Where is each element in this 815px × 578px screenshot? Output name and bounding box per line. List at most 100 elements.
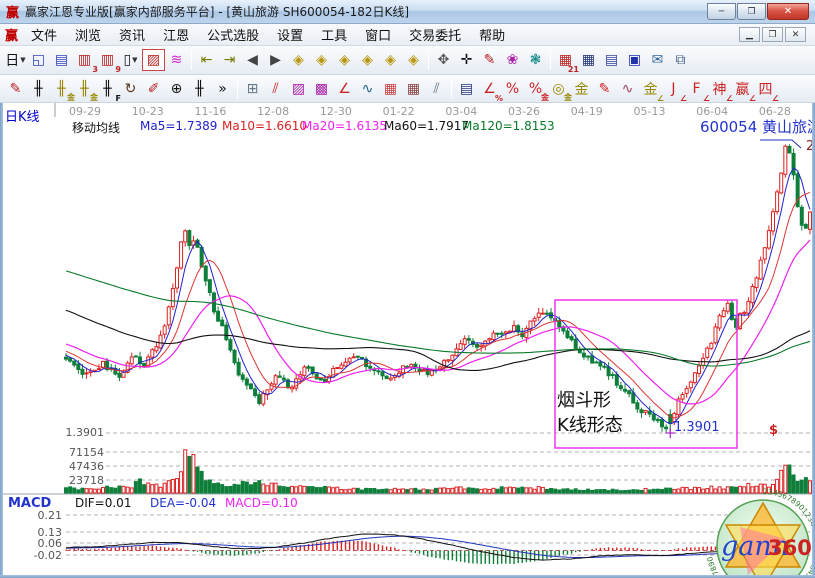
calendar-icon[interactable]: ▦21	[554, 49, 577, 71]
annotate-pen-icon[interactable]: ✎	[478, 49, 501, 71]
gann-diamond-1-icon[interactable]: ◈	[287, 49, 310, 71]
gann-fan-icon[interactable]: ⫽	[264, 78, 287, 100]
gold-line-icon[interactable]: 金	[570, 78, 593, 100]
angle-line-icon[interactable]: ∠	[333, 78, 356, 100]
gann360-logo: 2345678901234567890123456789012345678901…	[704, 487, 815, 578]
mail-icon[interactable]: ✉	[646, 49, 669, 71]
gann-box-icon[interactable]: ⊞	[241, 78, 264, 100]
si-angle-icon[interactable]: 四∠	[754, 78, 777, 100]
grid-dark-icon[interactable]: ▦	[402, 78, 425, 100]
date-tick: 11-16	[194, 105, 226, 118]
date-tick: 12-30	[320, 105, 352, 118]
chart-canvas[interactable]: 09-2910-2311-1612-0812-3001-2203-0403-26…	[0, 103, 815, 578]
ma60-value: Ma60=1.7917	[384, 119, 469, 133]
next-page-icon[interactable]: ▶	[264, 49, 287, 71]
first-page-icon[interactable]: ⇤	[195, 49, 218, 71]
menu-6[interactable]: 设置	[268, 24, 312, 45]
maximize-button[interactable]: ❐	[737, 3, 766, 20]
ma-title: 移动均线	[72, 119, 120, 136]
gann-gold-grid-icon[interactable]: ╫金	[50, 78, 73, 100]
price-low-axis-label: 1.3901	[60, 426, 104, 439]
ma10-value: Ma10=1.6610	[222, 119, 307, 133]
menu-7[interactable]: 工具	[312, 24, 356, 45]
notes-icon[interactable]: ▤	[600, 49, 623, 71]
ma120-value: Ma120=1.8153	[462, 119, 555, 133]
more-tools-chevron[interactable]: »	[211, 78, 234, 100]
kline-period-dropdown-icon[interactable]: 日▼	[4, 49, 27, 71]
annotation-line2: K线形态	[557, 413, 623, 438]
j-angle-icon[interactable]: J∠	[662, 78, 685, 100]
menu-items: 文件浏览资讯江恩公式选股设置工具窗口交易委托帮助	[22, 24, 514, 45]
parallel-lines-icon[interactable]: ⫽	[425, 78, 448, 100]
bars-9-icon[interactable]: ▥9	[96, 49, 119, 71]
remote-desktop-icon[interactable]: ⧉	[669, 49, 692, 71]
shen-angle-icon[interactable]: 神∠	[708, 78, 731, 100]
menu-3[interactable]: 资讯	[110, 24, 154, 45]
last-page-icon[interactable]: ⇥	[218, 49, 241, 71]
save-icon[interactable]: ▣	[623, 49, 646, 71]
mdi-minimize-button[interactable]: ▁	[739, 27, 760, 42]
gann-diamond-2-icon[interactable]: ◈	[310, 49, 333, 71]
candle-style-dropdown-icon[interactable]: ▯▼	[119, 49, 142, 71]
gann-square2-icon[interactable]: ▩	[310, 78, 333, 100]
draw-pen-icon[interactable]: ✎	[4, 78, 27, 100]
volume-profile-icon[interactable]: ≋	[165, 49, 188, 71]
wave-icon[interactable]: ∿	[356, 78, 379, 100]
date-tick: 03-26	[508, 105, 540, 118]
wave-band-icon[interactable]: ∿	[616, 78, 639, 100]
macd-gridline-label: 0.21	[18, 509, 62, 522]
spiral-icon[interactable]: ↻	[119, 78, 142, 100]
gold-angle-icon[interactable]: 金∠	[639, 78, 662, 100]
percent-icon[interactable]: %	[501, 78, 524, 100]
pan-hand-icon[interactable]: ✥	[432, 49, 455, 71]
gann-diamond-6-icon[interactable]: ◈	[402, 49, 425, 71]
gann-wheel-icon[interactable]: ⊕	[165, 78, 188, 100]
menu-2[interactable]: 浏览	[66, 24, 110, 45]
menu-4[interactable]: 江恩	[154, 24, 198, 45]
flower-tool-icon[interactable]: ❀	[501, 49, 524, 71]
gann-gold-grid2-icon[interactable]: ╫金	[73, 78, 96, 100]
prev-page-icon[interactable]: ◀	[241, 49, 264, 71]
grid-red-icon[interactable]: ▦	[379, 78, 402, 100]
menu-10[interactable]: 帮助	[470, 24, 514, 45]
ma20-value: Ma20=1.6135	[302, 119, 387, 133]
price-ladder-icon[interactable]: ▤	[455, 78, 478, 100]
mdi-close-button[interactable]: ✕	[785, 27, 806, 42]
percent-gold-icon[interactable]: %金	[524, 78, 547, 100]
app-window: { "window": { "title": "赢家江恩专业版[赢家内部服务平台…	[0, 0, 815, 578]
gann-grid-icon[interactable]: ╫	[27, 78, 50, 100]
minimize-button[interactable]: ─	[707, 3, 736, 20]
date-tick: 12-08	[257, 105, 289, 118]
ying-angle-icon[interactable]: 嬴∠	[731, 78, 754, 100]
percent-retrace-icon[interactable]: ∠%	[478, 78, 501, 100]
volume-gridline-label: 47436	[60, 460, 104, 473]
calculator-icon[interactable]: ▦	[577, 49, 600, 71]
cloud-tool-icon[interactable]: ❃	[524, 49, 547, 71]
fibo-grid-icon[interactable]: ╫F	[96, 78, 119, 100]
menu-9[interactable]: 交易委托	[400, 24, 470, 45]
bars-3-icon[interactable]: ▥3	[73, 49, 96, 71]
f10-info-icon[interactable]: ▤	[50, 49, 73, 71]
mdi-restore-button[interactable]: ❐	[762, 27, 783, 42]
close-button[interactable]: ✕	[767, 3, 809, 20]
logo-text-360: 360	[768, 536, 812, 560]
trend-zone-icon[interactable]: ◱	[27, 49, 50, 71]
crosshair-icon[interactable]: ✛	[455, 49, 478, 71]
gann-diamond-4-icon[interactable]: ◈	[356, 49, 379, 71]
marker-pen-icon[interactable]: ✎	[593, 78, 616, 100]
menu-8[interactable]: 窗口	[356, 24, 400, 45]
gann-diamond-3-icon[interactable]: ◈	[333, 49, 356, 71]
gann-diamond-5-icon[interactable]: ◈	[379, 49, 402, 71]
menu-1[interactable]: 文件	[22, 24, 66, 45]
menu-5[interactable]: 公式选股	[198, 24, 268, 45]
annotation-line1: 烟斗形	[557, 388, 623, 413]
toolbar-separator	[237, 79, 238, 99]
gann-square-icon[interactable]: ▨	[287, 78, 310, 100]
f-angle-icon[interactable]: F∠	[685, 78, 708, 100]
macd-gridline-label: -0.02	[18, 549, 62, 562]
grid-lines-icon[interactable]: ╫	[188, 78, 211, 100]
measure-pen-icon[interactable]: ✐	[142, 78, 165, 100]
pattern-annotation: 烟斗形 K线形态	[557, 388, 623, 438]
gold-ratio-circle-icon[interactable]: ◎金	[547, 78, 570, 100]
pattern-select-icon[interactable]: ▨	[142, 49, 165, 71]
